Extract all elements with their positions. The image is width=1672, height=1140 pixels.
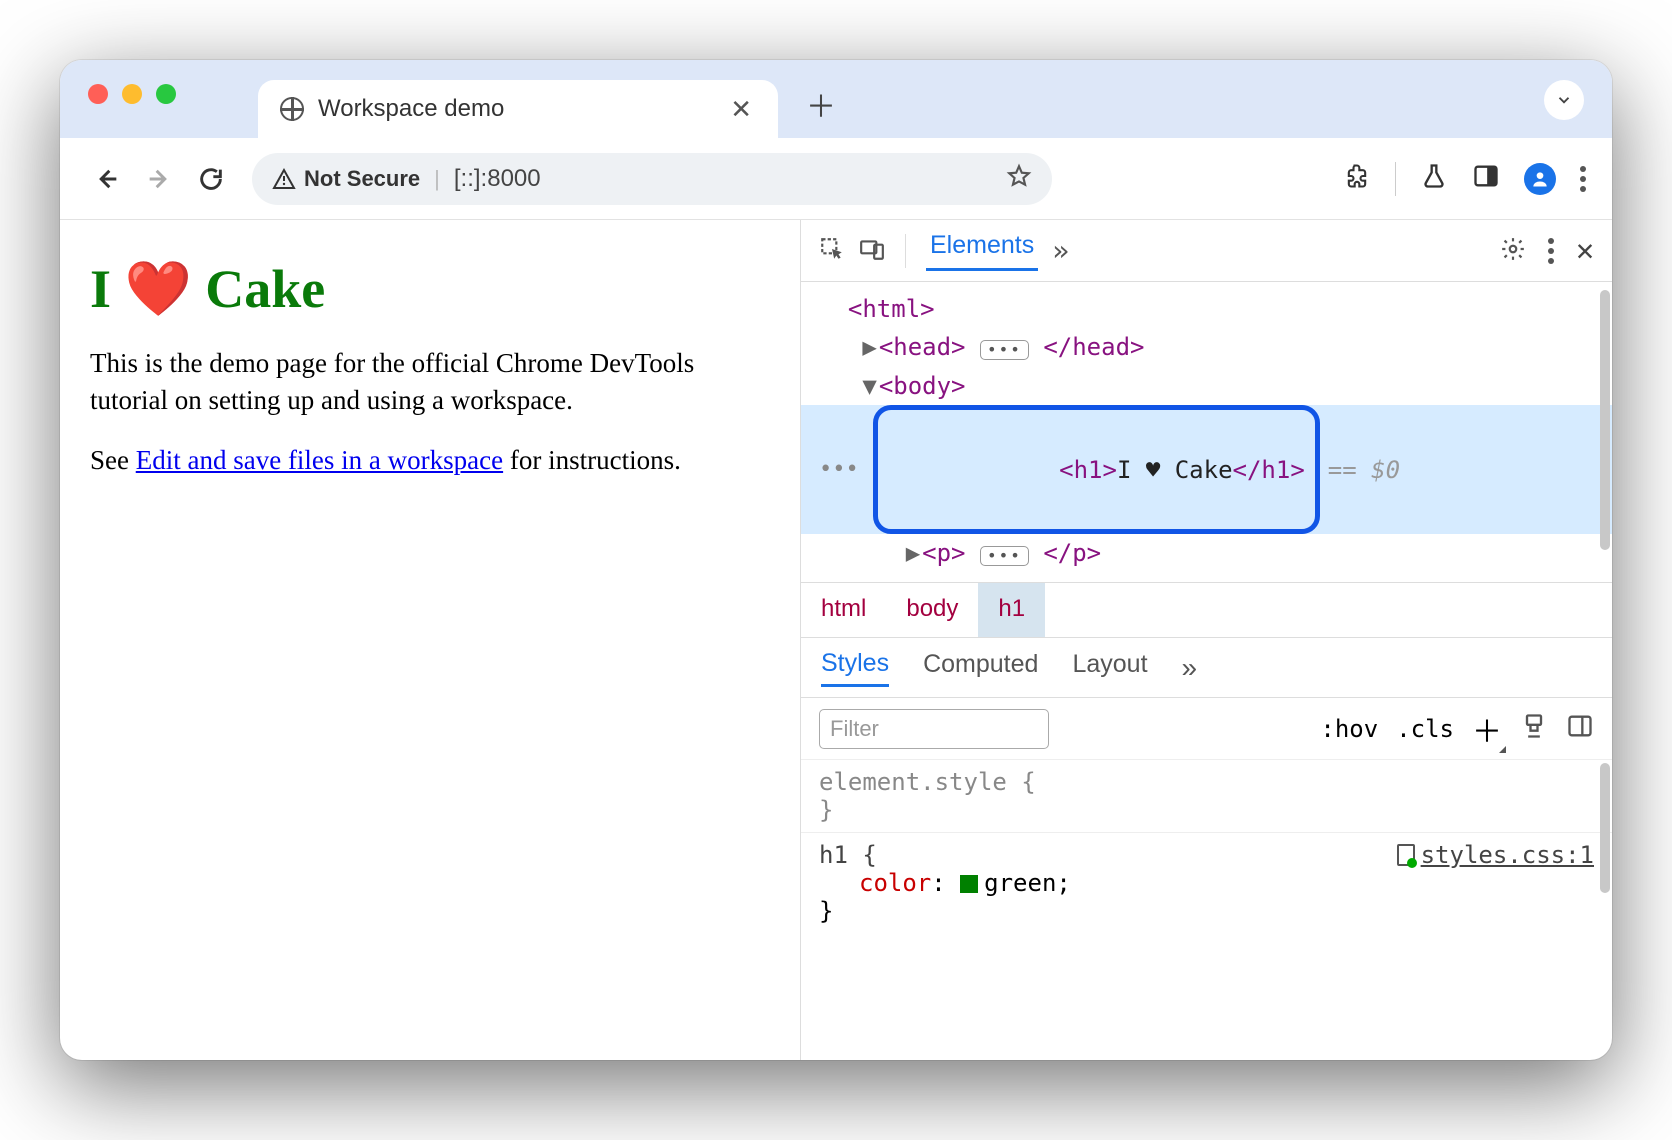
crumb-body[interactable]: body bbox=[886, 583, 978, 637]
more-tabs-button[interactable]: » bbox=[1052, 234, 1069, 267]
rule-h1[interactable]: h1 { styles.css:1 color: green; } bbox=[801, 832, 1612, 933]
css-property[interactable]: color: green; bbox=[819, 869, 1594, 897]
device-toolbar-button[interactable] bbox=[859, 236, 885, 266]
inspect-element-button[interactable] bbox=[819, 236, 845, 266]
reload-button[interactable] bbox=[190, 158, 232, 200]
extensions-button[interactable] bbox=[1343, 162, 1371, 195]
close-window-icon[interactable] bbox=[88, 84, 108, 104]
url-text: [::]:8000 bbox=[454, 165, 541, 193]
person-icon bbox=[1530, 169, 1550, 189]
dom-node-html[interactable]: <html> bbox=[801, 290, 1612, 328]
tab-title: Workspace demo bbox=[318, 95, 504, 123]
forward-button[interactable] bbox=[138, 158, 180, 200]
dom-node-h1-selected[interactable]: ••• <h1>I ♥ Cake</h1> == $0 bbox=[801, 405, 1612, 534]
page-paragraph-2: See Edit and save files in a workspace f… bbox=[90, 442, 770, 479]
security-label: Not Secure bbox=[304, 166, 420, 192]
more-styles-tabs-button[interactable]: » bbox=[1182, 652, 1198, 684]
page-heading: I ❤️ Cake bbox=[90, 258, 770, 321]
back-button[interactable] bbox=[86, 158, 128, 200]
separator: | bbox=[434, 166, 440, 192]
scrollbar[interactable] bbox=[1600, 290, 1610, 550]
toggle-classes-button[interactable]: .cls bbox=[1396, 715, 1454, 743]
rule-element-style[interactable]: element.style { } bbox=[801, 759, 1612, 832]
separator bbox=[1395, 162, 1396, 196]
separator bbox=[905, 234, 906, 268]
devtools-menu-button[interactable] bbox=[1548, 238, 1554, 264]
dom-node-p1[interactable]: ▶<p> ••• </p> bbox=[801, 534, 1612, 572]
close-tab-icon[interactable]: ✕ bbox=[722, 90, 760, 129]
color-swatch-icon[interactable] bbox=[960, 875, 978, 893]
chevron-down-icon bbox=[1555, 91, 1573, 109]
maximize-window-icon[interactable] bbox=[156, 84, 176, 104]
devtools-toolbar: Elements » ✕ bbox=[801, 220, 1612, 282]
window-controls bbox=[88, 84, 176, 104]
dom-node-body[interactable]: ▼<body> bbox=[801, 367, 1612, 405]
security-chip[interactable]: Not Secure bbox=[272, 166, 420, 192]
dom-node-p2[interactable]: ▶<p> ••• </p> bbox=[801, 573, 1612, 582]
dom-breadcrumbs: html body h1 bbox=[801, 582, 1612, 637]
tab-styles[interactable]: Styles bbox=[821, 649, 889, 687]
settings-button[interactable] bbox=[1500, 236, 1526, 266]
tab-list-button[interactable] bbox=[1544, 80, 1584, 120]
browser-tab[interactable]: Workspace demo ✕ bbox=[258, 80, 778, 138]
file-icon bbox=[1397, 844, 1415, 866]
warning-icon bbox=[272, 167, 296, 191]
tab-strip: Workspace demo ✕ ＋ bbox=[60, 60, 1612, 138]
tutorial-link[interactable]: Edit and save files in a workspace bbox=[136, 445, 503, 475]
globe-icon bbox=[280, 97, 304, 121]
labs-button[interactable] bbox=[1420, 162, 1448, 195]
scrollbar[interactable] bbox=[1600, 763, 1610, 893]
selected-element-highlight: <h1>I ♥ Cake</h1> bbox=[873, 405, 1320, 534]
source-link[interactable]: styles.css:1 bbox=[1397, 841, 1594, 869]
browser-window: Workspace demo ✕ ＋ Not Secure | [::]:800… bbox=[60, 60, 1612, 1060]
side-panel-button[interactable] bbox=[1472, 162, 1500, 195]
gear-icon bbox=[1500, 236, 1526, 262]
toggle-hover-button[interactable]: :hov bbox=[1320, 715, 1378, 743]
tab-elements[interactable]: Elements bbox=[926, 231, 1038, 271]
profile-button[interactable] bbox=[1524, 163, 1556, 195]
styles-toolbar: Filter :hov .cls ＋ bbox=[801, 697, 1612, 759]
crumb-html[interactable]: html bbox=[801, 583, 886, 637]
toolbar: Not Secure | [::]:8000 bbox=[60, 138, 1612, 220]
dom-tree[interactable]: <html> ▶<head> ••• </head> ▼<body> ••• <… bbox=[801, 282, 1612, 582]
styles-tabstrip: Styles Computed Layout » bbox=[801, 637, 1612, 697]
tab-computed[interactable]: Computed bbox=[923, 650, 1038, 685]
copy-styles-button[interactable] bbox=[1520, 712, 1548, 746]
console-reference: == $0 bbox=[1328, 451, 1400, 489]
new-tab-button[interactable]: ＋ bbox=[806, 82, 836, 126]
styles-rules: element.style { } h1 { styles.css:1 colo… bbox=[801, 759, 1612, 1060]
bookmark-button[interactable] bbox=[1006, 163, 1032, 194]
devtools-panel: Elements » ✕ <html> ▶<head> ••• </head> … bbox=[800, 220, 1612, 1060]
page-paragraph-1: This is the demo page for the official C… bbox=[90, 345, 770, 418]
new-style-rule-button[interactable]: ＋ bbox=[1472, 707, 1502, 751]
page-content: I ❤️ Cake This is the demo page for the … bbox=[60, 220, 800, 1060]
minimize-window-icon[interactable] bbox=[122, 84, 142, 104]
chrome-menu-button[interactable] bbox=[1580, 166, 1586, 192]
close-devtools-button[interactable]: ✕ bbox=[1576, 233, 1594, 268]
address-bar[interactable]: Not Secure | [::]:8000 bbox=[252, 153, 1052, 205]
tab-layout[interactable]: Layout bbox=[1072, 650, 1147, 685]
crumb-h1[interactable]: h1 bbox=[978, 583, 1045, 637]
dom-node-head[interactable]: ▶<head> ••• </head> bbox=[801, 328, 1612, 366]
styles-filter-input[interactable]: Filter bbox=[819, 709, 1049, 749]
computed-sidebar-button[interactable] bbox=[1566, 712, 1594, 746]
more-actions-icon[interactable]: ••• bbox=[819, 452, 859, 487]
